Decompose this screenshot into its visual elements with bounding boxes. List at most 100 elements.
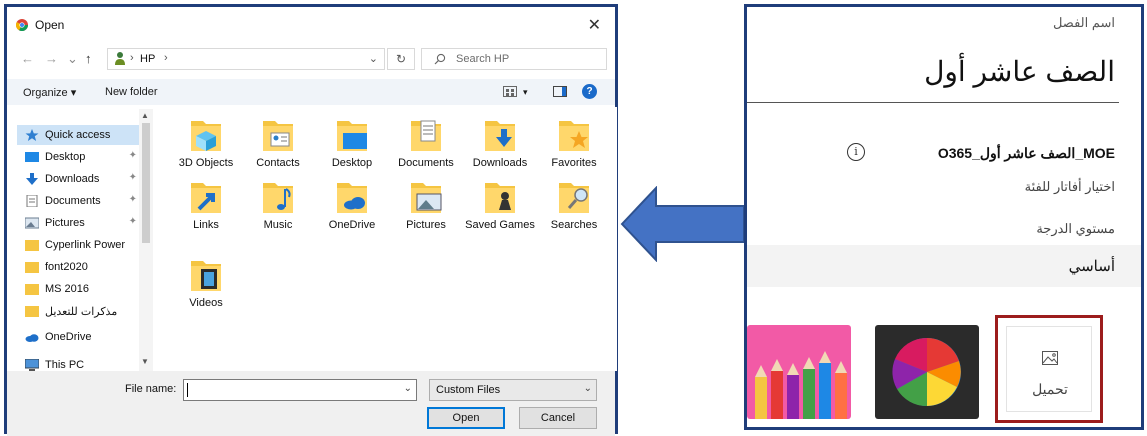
file-list-scrollbar[interactable] <box>609 107 617 371</box>
file-item[interactable]: Documents <box>391 117 461 173</box>
contacts-folder-icon <box>263 121 293 151</box>
open-button[interactable]: Open <box>427 407 505 429</box>
class-name-field[interactable]: الصف عاشر أول <box>924 55 1115 88</box>
grade-level-select[interactable]: أساسي <box>747 245 1141 287</box>
back-arrow-icon[interactable]: ← <box>21 51 34 66</box>
favorites-folder-icon <box>559 121 589 151</box>
chevron-down-icon[interactable]: ⌄ <box>369 52 378 65</box>
upload-avatar-button[interactable]: تحميل <box>995 315 1103 423</box>
sidebar-item-label: Quick access <box>45 129 111 141</box>
preview-pane-icon[interactable] <box>553 86 567 97</box>
class-settings-panel: اسم الفصل الصف عاشر أول MOE_الصف عاشر أو… <box>744 4 1144 430</box>
breadcrumb-separator: › <box>130 52 134 64</box>
avatar-option-pencils[interactable] <box>747 325 851 419</box>
refresh-button[interactable]: ↻ <box>387 48 415 70</box>
left-arrow-icon <box>620 186 745 262</box>
dialog-footer: File name: ⌄ Custom Files ⌄ Open Cancel <box>7 371 615 436</box>
new-folder-button[interactable]: New folder <box>105 86 158 98</box>
scroll-down-icon[interactable]: ▼ <box>141 357 149 366</box>
search-box[interactable]: Search HP <box>421 48 607 70</box>
sidebar-item-onedrive[interactable]: OneDrive <box>17 327 141 347</box>
downloads-folder-icon <box>485 121 515 151</box>
file-item-label: Favorites <box>551 157 597 169</box>
file-name-input[interactable]: ⌄ <box>183 379 417 401</box>
sidebar-item-label: Documents <box>45 195 101 207</box>
chrome-icon <box>16 19 28 31</box>
sidebar-item-downloads[interactable]: Downloads ✦ <box>17 169 141 189</box>
scroll-up-icon[interactable]: ▲ <box>141 111 149 120</box>
organize-menu[interactable]: Organize ▾ <box>23 86 76 99</box>
field-underline <box>747 102 1119 103</box>
sidebar-item-folder[interactable]: Cyperlink Power <box>17 235 141 255</box>
file-item[interactable]: Saved Games <box>465 179 535 235</box>
sidebar-item-label: This PC <box>45 359 85 371</box>
file-item[interactable]: Pictures <box>391 179 461 235</box>
file-item[interactable]: Favorites <box>539 117 609 173</box>
pin-icon: ✦ <box>128 150 137 161</box>
sidebar-item-label: OneDrive <box>45 331 92 343</box>
folder-icon <box>25 240 39 251</box>
file-item-label: Desktop <box>331 157 373 169</box>
sidebar-scrollbar[interactable]: ▲ ▼ <box>139 109 153 371</box>
sidebar-item-quick-access[interactable]: Quick access <box>17 125 141 145</box>
sidebar-item-label: Desktop <box>45 151 86 163</box>
cancel-button[interactable]: Cancel <box>519 407 597 429</box>
search-input[interactable]: Search HP <box>456 53 509 65</box>
documents-folder-icon <box>411 120 441 151</box>
file-item[interactable]: OneDrive <box>317 179 387 235</box>
team-name: MOE_الصف عاشر أول_O365 <box>937 145 1115 161</box>
videos-folder-icon <box>191 261 221 291</box>
chevron-down-icon[interactable]: ⌄ <box>584 383 592 394</box>
pin-icon: ✦ <box>128 194 137 205</box>
choose-avatar-label: اختيار أفاتار للفئة <box>1024 179 1115 194</box>
info-icon[interactable]: i <box>847 143 865 161</box>
view-options-dropdown[interactable]: ▾ <box>523 87 528 98</box>
grade-level-value: أساسي <box>1068 258 1115 275</box>
class-name-label: اسم الفصل <box>1052 15 1115 30</box>
file-type-select[interactable]: Custom Files ⌄ <box>429 379 597 401</box>
help-button[interactable]: ? <box>582 84 597 99</box>
sidebar-item-pictures[interactable]: Pictures ✦ <box>17 213 141 233</box>
sidebar-item-this-pc[interactable]: This PC <box>17 355 141 371</box>
sidebar-item-folder[interactable]: font2020 <box>17 257 141 277</box>
download-icon <box>26 173 38 185</box>
file-item-label: Documents <box>398 157 454 169</box>
chevron-down-icon[interactable]: ⌄ <box>67 51 78 67</box>
forward-arrow-icon[interactable]: → <box>45 51 58 66</box>
desktop-icon <box>25 152 39 162</box>
cloud-icon <box>25 334 39 342</box>
scrollbar-thumb[interactable] <box>142 123 150 243</box>
sidebar-item-documents[interactable]: Documents ✦ <box>17 191 141 211</box>
chevron-down-icon[interactable]: ⌄ <box>404 383 412 394</box>
sidebar-item-folder[interactable]: مذكرات للتعديل <box>17 301 141 321</box>
file-item[interactable]: Contacts <box>243 117 313 173</box>
pictures-icon <box>25 217 39 229</box>
up-arrow-icon[interactable]: ↑ <box>85 51 92 66</box>
close-button[interactable]: ✕ <box>588 15 601 35</box>
navigation-row: ← → ⌄ ↑ › HP › ⌄ ↻ Search HP <box>7 45 615 73</box>
sidebar-item-label: font2020 <box>45 261 88 273</box>
3d-objects-folder-icon <box>191 121 221 151</box>
address-bar[interactable]: › HP › ⌄ <box>107 48 385 70</box>
breadcrumb-separator[interactable]: › <box>164 52 168 64</box>
file-item[interactable]: 3D Objects <box>171 117 241 173</box>
file-item[interactable]: Music <box>243 179 313 235</box>
file-name-label: File name: <box>125 383 177 395</box>
avatar-option-pie[interactable] <box>875 325 979 419</box>
sidebar-item-desktop[interactable]: Desktop ✦ <box>17 147 141 167</box>
file-item[interactable]: Desktop <box>317 117 387 173</box>
folder-icon <box>25 306 39 317</box>
file-item-label: OneDrive <box>328 219 376 231</box>
file-item[interactable]: Searches <box>539 179 609 235</box>
file-item[interactable]: Videos <box>171 257 241 313</box>
sidebar-item-label: MS 2016 <box>45 283 90 295</box>
file-item-label: Videos <box>189 297 223 309</box>
change-view-icon[interactable] <box>503 86 517 97</box>
breadcrumb-location[interactable]: HP <box>140 53 155 65</box>
sidebar-item-folder[interactable]: MS 2016 <box>17 279 141 299</box>
pencils-image <box>747 325 851 419</box>
open-file-dialog: Open ✕ ← → ⌄ ↑ › HP › ⌄ ↻ Search HP Orga… <box>4 4 618 436</box>
file-item[interactable]: Links <box>171 179 241 235</box>
pictures-folder-icon <box>411 183 442 213</box>
file-item[interactable]: Downloads <box>465 117 535 173</box>
